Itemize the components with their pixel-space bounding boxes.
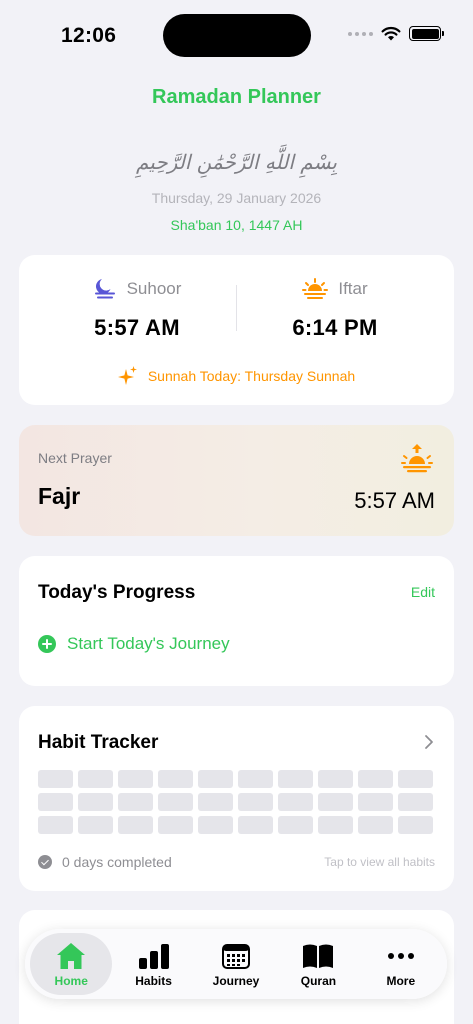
habit-cell	[198, 793, 233, 811]
suhoor-time: 5:57 AM	[94, 315, 180, 340]
progress-title: Today's Progress	[38, 582, 196, 603]
gregorian-date: Thursday, 29 January 2026	[151, 190, 322, 206]
habit-cell	[358, 793, 393, 811]
habit-cell	[278, 816, 313, 834]
next-prayer-time: 5:57 AM	[354, 488, 435, 513]
start-journey-button[interactable]: Start Today's Journey	[38, 634, 230, 654]
suhoor-iftar-card[interactable]: Suhoor 5:57 AM Iftar 6:14 PM Sunnah Toda…	[19, 255, 454, 405]
habit-cell	[318, 770, 353, 788]
wifi-icon	[381, 26, 401, 41]
book-icon	[303, 944, 334, 968]
completed-row: 0 days completed	[38, 854, 172, 870]
status-time: 12:06	[61, 24, 117, 47]
tab-label-home: Home	[54, 973, 88, 988]
days-completed-text: 0 days completed	[62, 854, 172, 870]
tab-label-more: More	[386, 973, 416, 988]
habit-grid	[38, 770, 435, 834]
status-icons	[348, 26, 444, 41]
habit-cell	[38, 816, 73, 834]
checkmark-circle-icon	[38, 855, 52, 869]
sunrise-icon	[401, 444, 433, 473]
sunnah-text: Sunnah Today: Thursday Sunnah	[147, 368, 356, 384]
iftar-column: Iftar 6:14 PM	[235, 277, 435, 341]
habit-cell	[278, 770, 313, 788]
battery-icon	[409, 26, 444, 41]
habit-cell	[118, 793, 153, 811]
habit-cell	[398, 770, 433, 788]
habit-cell	[158, 793, 193, 811]
app-title: Ramadan Planner	[152, 86, 321, 108]
bismillah-text: بِسْمِ اللَّهِ الرَّحْمَٰنِ الرَّحِيمِ	[135, 150, 337, 174]
tab-label-habits: Habits	[135, 973, 172, 988]
signal-icon	[348, 31, 373, 36]
plus-circle-icon	[38, 635, 56, 653]
habit-cell	[38, 770, 73, 788]
habit-tracker-title: Habit Tracker	[38, 732, 159, 753]
sunnah-row: Sunnah Today: Thursday Sunnah	[19, 365, 454, 387]
habit-cell	[358, 770, 393, 788]
home-icon	[57, 942, 86, 969]
tab-label-quran: Quran	[300, 973, 337, 988]
status-bar: 12:06	[0, 0, 473, 60]
habit-cell	[238, 816, 273, 834]
view-all-hint: Tap to view all habits	[324, 855, 435, 869]
habit-cell	[78, 816, 113, 834]
start-journey-label: Start Today's Journey	[67, 634, 230, 653]
habit-cell	[118, 816, 153, 834]
habit-cell	[278, 793, 313, 811]
moon-icon	[94, 279, 115, 299]
sunset-icon	[302, 278, 329, 299]
habit-cell	[38, 793, 73, 811]
todays-progress-card: Today's Progress Edit Start Today's Jour…	[19, 556, 454, 686]
tab-home[interactable]: Home	[30, 933, 113, 995]
iftar-label: Iftar	[338, 279, 368, 298]
suhoor-column: Suhoor 5:57 AM	[37, 277, 237, 341]
habit-cell	[318, 793, 353, 811]
more-icon	[387, 952, 414, 959]
habit-cell	[78, 770, 113, 788]
tab-more[interactable]: More	[360, 933, 442, 995]
habit-cell	[398, 816, 433, 834]
calendar-icon	[222, 943, 251, 969]
habit-cell	[198, 816, 233, 834]
tab-habits[interactable]: Habits	[112, 933, 194, 995]
habit-cell	[158, 770, 193, 788]
tab-quran[interactable]: Quran	[277, 933, 359, 995]
habit-cell	[358, 816, 393, 834]
iftar-time: 6:14 PM	[292, 315, 378, 340]
tab-journey[interactable]: Journey	[195, 933, 277, 995]
tab-bar: Home Habits Journey Quran More	[25, 929, 447, 999]
habit-cell	[78, 793, 113, 811]
habit-cell	[398, 793, 433, 811]
sparkles-icon	[117, 366, 137, 385]
hijri-date: Sha'ban 10, 1447 AH	[170, 217, 303, 233]
bar-chart-icon	[138, 943, 169, 969]
habit-cell	[318, 816, 353, 834]
next-prayer-name: Fajr	[38, 483, 81, 509]
suhoor-label: Suhoor	[126, 279, 182, 298]
habit-cell	[238, 793, 273, 811]
tab-label-journey: Journey	[212, 973, 260, 988]
habit-cell	[238, 770, 273, 788]
dynamic-island	[163, 14, 311, 57]
next-prayer-card[interactable]: Next Prayer Fajr 5:57 AM	[19, 425, 454, 536]
habit-cell	[158, 816, 193, 834]
habit-cell	[118, 770, 153, 788]
habit-tracker-card[interactable]: Habit Tracker 0 days completed Tap to vi…	[19, 706, 454, 891]
next-prayer-label: Next Prayer	[38, 450, 112, 466]
chevron-right-icon[interactable]	[424, 734, 434, 750]
habit-cell	[198, 770, 233, 788]
edit-button[interactable]: Edit	[411, 584, 435, 600]
